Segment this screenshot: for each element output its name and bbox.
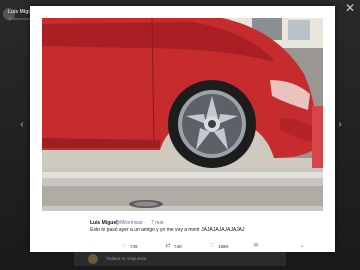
reply-button[interactable]: ◌ 739 [120,242,138,250]
media-modal: Luis Miguel @Mikemisar · 7 mar. Esto le … [30,6,335,252]
tweet-photo[interactable] [42,18,323,211]
reply-icon: ◌ [122,243,126,249]
reply-avatar [88,254,98,264]
car-photo-illustration [42,18,323,211]
retweet-count: 74K [174,243,183,249]
separator-dot: · [145,220,147,226]
reply-input[interactable]: Twittea tu respuesta [106,256,256,263]
retweet-icon: ⇄ [165,243,171,249]
dm-icon: ✉ [253,243,259,249]
author-handle[interactable]: @Mikemisar [115,220,143,226]
background-user-handle: @Mikemisar [8,16,31,21]
tweet-date[interactable]: 7 mar. [151,220,165,226]
more-options-button[interactable]: ⌄ [298,242,306,250]
like-icon: ♡ [209,243,215,249]
tweet-details: Luis Miguel @Mikemisar · 7 mar. Esto le … [30,212,335,252]
reply-count: 739 [130,243,138,249]
next-arrow-icon[interactable]: › [333,118,347,132]
tweet-text: Esto le pasó ayer a un amigo y yo me voy… [90,227,245,233]
chevron-down-icon: ⌄ [299,243,305,249]
like-button[interactable]: ♡ 168K [208,242,229,250]
previous-arrow-icon[interactable]: ‹ [15,118,29,132]
close-icon[interactable]: ✕ [343,1,357,15]
direct-message-button[interactable]: ✉ [252,242,260,250]
like-count: 168K [218,243,229,249]
author-name[interactable]: Luis Miguel [90,220,118,226]
tweet-actions: ◌ 739 ⇄ 74K ♡ 168K ✉ ⌄ [90,242,310,250]
retweet-button[interactable]: ⇄ 74K [164,242,182,250]
